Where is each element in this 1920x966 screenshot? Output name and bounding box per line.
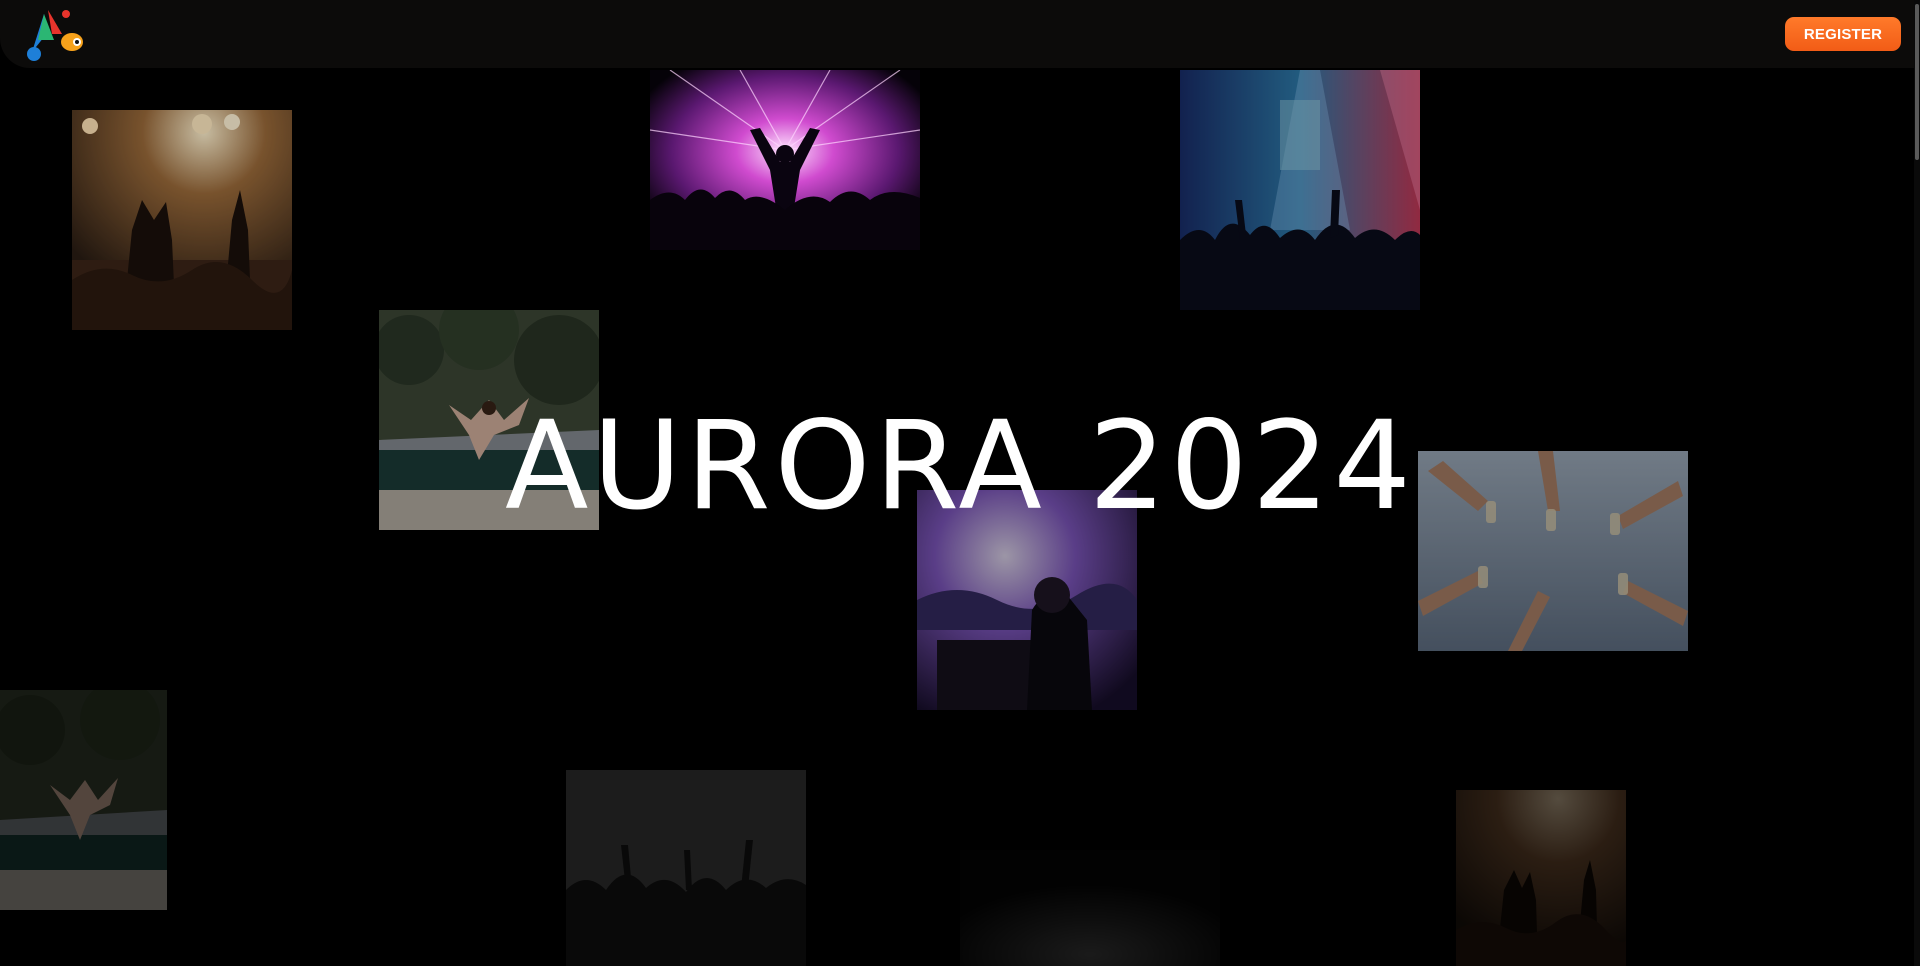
gallery-photo-silhouette-laser-show: [650, 70, 920, 250]
hero-title: AURORA 2024: [504, 395, 1416, 537]
gallery-photo-concert-stage-lights: [1180, 70, 1420, 310]
gallery-photo-crowd-heart-hands-2: [1456, 790, 1626, 966]
top-navigation-bar: REGISTER: [0, 0, 1920, 68]
gallery-photo-pool-party-jump-2: [0, 690, 167, 910]
gallery-photo-crowd-cheering: [566, 770, 806, 966]
scrollbar-thumb[interactable]: [1915, 4, 1919, 160]
gallery-photo-dark-stage: [960, 850, 1220, 966]
gallery-photo-crowd-heart-hands: [72, 110, 292, 330]
register-button[interactable]: REGISTER: [1785, 17, 1901, 51]
aurora-festival-logo-icon: [27, 10, 83, 61]
